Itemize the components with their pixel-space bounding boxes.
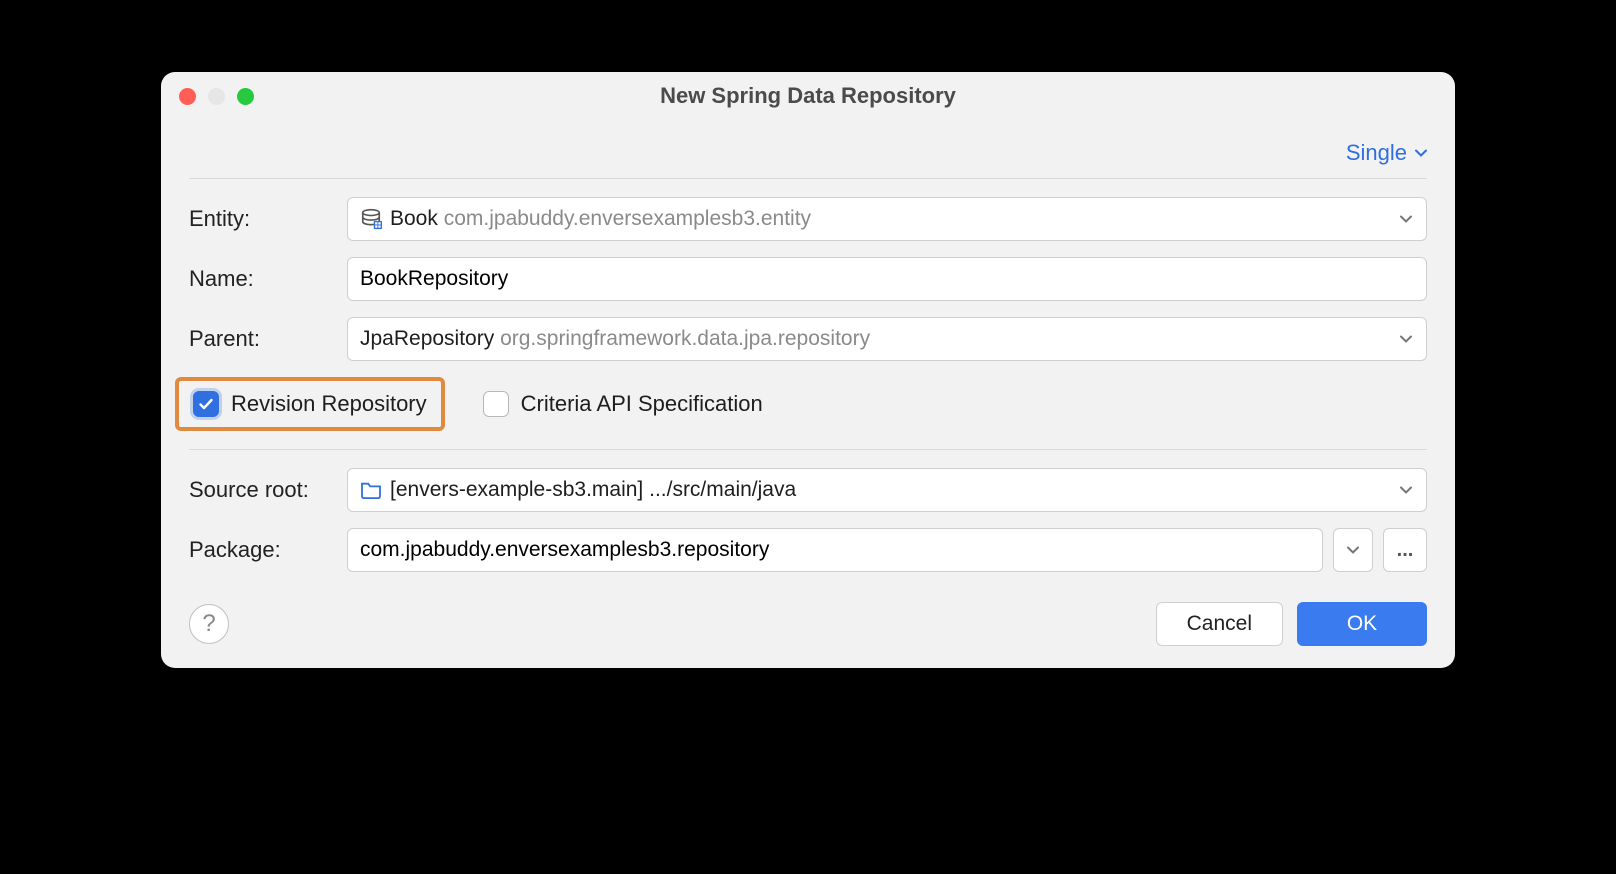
criteria-label: Criteria API Specification [521,391,763,417]
folder-icon [360,481,382,499]
package-row: Package: ... [189,528,1427,572]
chevron-down-icon [1400,333,1412,345]
parent-row: Parent: JpaRepository org.springframewor… [189,317,1427,361]
entity-package: com.jpabuddy.enversexamplesb3.entity [444,207,811,231]
name-input[interactable] [360,267,1414,291]
source-root-row: Source root: [envers-example-sb3.main] .… [189,468,1427,512]
package-label: Package: [189,537,347,563]
help-button[interactable]: ? [189,604,229,644]
source-root-label: Source root: [189,477,347,503]
package-input[interactable] [360,538,1318,562]
parent-name: JpaRepository [360,327,494,351]
parent-label: Parent: [189,326,347,352]
entity-icon [360,208,382,230]
parent-package: org.springframework.data.jpa.repository [500,327,870,351]
entity-row: Entity: [189,197,1427,241]
cancel-button[interactable]: Cancel [1156,602,1283,646]
entity-label: Entity: [189,206,347,232]
entity-combo[interactable]: Book com.jpabuddy.enversexamplesb3.entit… [347,197,1427,241]
parent-combo[interactable]: JpaRepository org.springframework.data.j… [347,317,1427,361]
name-row: Name: [189,257,1427,301]
mode-toggle[interactable]: Single [1346,140,1427,166]
maximize-window-button[interactable] [237,88,254,105]
new-repository-dialog: New Spring Data Repository Single Entity… [161,72,1455,668]
close-window-button[interactable] [179,88,196,105]
separator [189,449,1427,450]
checkmark-icon [198,396,214,412]
package-input-wrapper [347,528,1323,572]
chevron-down-icon [1347,544,1359,556]
revision-highlight: Revision Repository [175,377,445,431]
name-label: Name: [189,266,347,292]
package-dropdown-button[interactable] [1333,528,1373,572]
dialog-title: New Spring Data Repository [179,83,1437,109]
chevron-down-icon [1415,147,1427,159]
revision-checkbox-group[interactable]: Revision Repository [193,391,427,417]
separator [189,178,1427,179]
entity-name: Book [390,207,438,231]
chevron-down-icon [1400,213,1412,225]
revision-checkbox[interactable] [193,391,219,417]
ok-button[interactable]: OK [1297,602,1427,646]
criteria-checkbox-group[interactable]: Criteria API Specification [483,391,763,417]
options-row: Revision Repository Criteria API Specifi… [189,377,1427,431]
revision-label: Revision Repository [231,391,427,417]
package-browse-button[interactable]: ... [1383,528,1427,572]
source-root-value: [envers-example-sb3.main] .../src/main/j… [390,478,796,502]
source-root-combo[interactable]: [envers-example-sb3.main] .../src/main/j… [347,468,1427,512]
dialog-footer: ? Cancel OK [161,588,1455,646]
name-input-wrapper [347,257,1427,301]
criteria-checkbox[interactable] [483,391,509,417]
chevron-down-icon [1400,484,1412,496]
minimize-window-button[interactable] [208,88,225,105]
titlebar: New Spring Data Repository [161,72,1455,120]
mode-label: Single [1346,140,1407,166]
window-controls [179,88,254,105]
